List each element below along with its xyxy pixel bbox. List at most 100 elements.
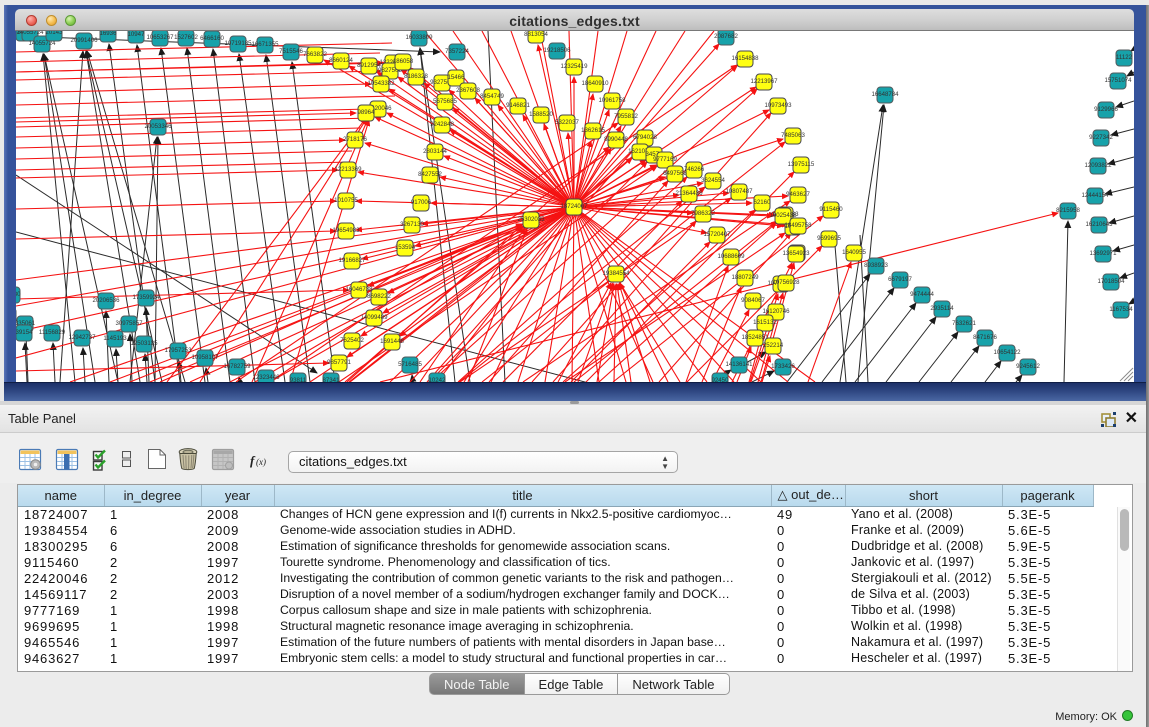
svg-text:10654122: 10654122 — [993, 349, 1021, 356]
svg-text:746266: 746266 — [684, 166, 705, 173]
svg-text:18724007: 18724007 — [560, 203, 588, 210]
svg-text:19654983: 19654983 — [332, 227, 360, 234]
svg-text:7357224: 7357224 — [445, 48, 469, 55]
svg-text:98964: 98964 — [358, 109, 376, 116]
svg-text:19166827: 19166827 — [338, 257, 366, 264]
svg-text:186058: 186058 — [393, 58, 414, 65]
svg-text:6497568: 6497568 — [663, 170, 687, 177]
svg-text:7986322: 7986322 — [691, 210, 715, 217]
svg-text:9115460: 9115460 — [819, 206, 843, 213]
svg-text:6794028: 6794028 — [633, 134, 657, 141]
svg-text:9084067: 9084067 — [741, 297, 765, 304]
svg-text:16648784: 16648784 — [871, 91, 899, 98]
svg-text:10958107: 10958107 — [191, 354, 219, 361]
svg-text:6679197: 6679197 — [888, 276, 912, 283]
svg-text:7485063: 7485063 — [781, 132, 805, 139]
svg-text:10961758: 10961758 — [598, 97, 626, 104]
svg-text:9227342: 9227342 — [1089, 134, 1113, 141]
svg-text:16046738: 16046738 — [345, 286, 373, 293]
svg-text:8813054: 8813054 — [524, 31, 548, 38]
svg-text:17018504: 17018504 — [1097, 278, 1125, 285]
svg-text:252214: 252214 — [763, 342, 784, 349]
svg-text:8660124: 8660124 — [329, 57, 353, 64]
svg-text:1588520: 1588520 — [529, 111, 553, 118]
svg-text:13975115: 13975115 — [788, 161, 815, 168]
svg-text:1145193: 1145193 — [103, 335, 127, 342]
svg-text:10947: 10947 — [128, 31, 146, 38]
svg-text:15720407: 15720407 — [703, 231, 731, 238]
svg-text:16210643: 16210643 — [1085, 221, 1113, 228]
svg-text:3624554: 3624554 — [701, 177, 725, 184]
svg-text:1010755: 1010755 — [334, 197, 358, 204]
svg-text:1167534: 1167534 — [1109, 306, 1133, 313]
svg-text:18807249: 18807249 — [731, 274, 759, 281]
svg-text:10719185: 10719185 — [224, 40, 252, 47]
svg-text:16120746: 16120746 — [762, 308, 790, 315]
svg-text:9777169: 9777169 — [653, 156, 677, 163]
svg-text:12213369: 12213369 — [334, 166, 362, 173]
svg-text:9699695: 9699695 — [817, 235, 841, 242]
svg-text:9463627: 9463627 — [786, 191, 810, 198]
svg-text:16154838: 16154838 — [731, 55, 759, 62]
svg-text:14099489: 14099489 — [360, 314, 388, 321]
svg-text:9474444: 9474444 — [910, 291, 934, 298]
svg-text:12325419: 12325419 — [560, 63, 588, 70]
svg-text:917006: 917006 — [411, 199, 432, 206]
svg-text:21364436: 21364436 — [675, 190, 703, 197]
svg-text:2367608: 2367608 — [456, 87, 480, 94]
svg-text:18495758: 18495758 — [784, 222, 812, 229]
svg-text:1640955: 1640955 — [842, 249, 866, 256]
svg-text:10653267: 10653267 — [146, 34, 174, 41]
svg-text:39154: 39154 — [16, 329, 33, 336]
svg-text:8215958: 8215958 — [1056, 207, 1080, 214]
svg-text:10543382: 10543382 — [367, 80, 395, 87]
svg-text:8938923: 8938923 — [864, 262, 888, 269]
svg-text:12942737: 12942737 — [68, 334, 96, 341]
svg-text:2087682: 2087682 — [714, 33, 738, 40]
svg-text:9129966: 9129966 — [1094, 106, 1118, 113]
svg-text:15751074: 15751074 — [1104, 77, 1132, 84]
svg-text:7625402: 7625402 — [340, 337, 364, 344]
svg-text:8186328: 8186328 — [404, 73, 428, 80]
svg-text:25302035: 25302035 — [517, 216, 545, 223]
svg-text:3267130: 3267130 — [400, 221, 424, 228]
svg-text:12093822: 12093822 — [1084, 162, 1112, 169]
svg-text:7515546: 7515546 — [279, 48, 303, 55]
svg-text:16033809: 16033809 — [405, 34, 433, 41]
svg-text:9857791: 9857791 — [327, 359, 351, 366]
svg-text:19384554: 19384554 — [602, 270, 630, 277]
svg-text:9245612: 9245612 — [1016, 363, 1040, 370]
svg-text:11122: 11122 — [1116, 54, 1133, 61]
svg-text:153594: 153594 — [395, 244, 416, 251]
svg-text:14136141: 14136141 — [725, 361, 753, 368]
svg-text:2803144: 2803144 — [423, 148, 447, 155]
svg-text:7632621: 7632621 — [952, 320, 976, 327]
svg-text:13692971: 13692971 — [1089, 250, 1117, 257]
svg-text:9242848: 9242848 — [430, 121, 454, 128]
svg-text:17359924: 17359924 — [132, 294, 160, 301]
svg-text:2718176: 2718176 — [343, 136, 367, 143]
svg-text:8698222: 8698222 — [367, 293, 391, 300]
svg-text:15930: 15930 — [16, 291, 21, 298]
svg-text:30975857: 30975857 — [115, 320, 143, 327]
svg-text:18640910: 18640910 — [581, 80, 609, 87]
svg-text:13654923: 13654923 — [782, 250, 810, 257]
svg-text:1527602: 1527602 — [174, 34, 198, 41]
svg-text:1615132: 1615132 — [753, 319, 777, 326]
svg-text:12213967: 12213967 — [750, 78, 778, 85]
svg-text:12323446: 12323446 — [252, 374, 280, 381]
svg-text:20143: 20143 — [46, 31, 64, 36]
svg-text:7663822: 7663822 — [303, 51, 327, 58]
svg-text:5675685: 5675685 — [433, 98, 457, 105]
svg-text:5716485: 5716485 — [398, 361, 422, 368]
svg-text:7955812: 7955812 — [614, 113, 638, 120]
svg-text:15466: 15466 — [448, 74, 466, 81]
svg-text:16671355: 16671355 — [251, 41, 279, 48]
svg-text:1691448: 1691448 — [380, 338, 404, 345]
svg-text:10973493: 10973493 — [764, 102, 792, 109]
svg-text:2935114: 2935114 — [930, 305, 954, 312]
svg-text:6466160: 6466160 — [200, 35, 224, 42]
svg-text:8471676: 8471676 — [973, 334, 997, 341]
svg-text:20206536: 20206536 — [92, 297, 120, 304]
svg-text:8427552: 8427552 — [418, 171, 442, 178]
